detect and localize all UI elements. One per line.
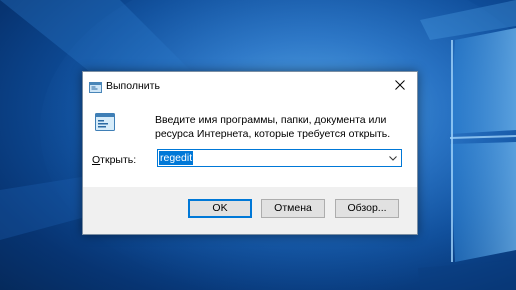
- open-label-accelerator: О: [92, 154, 101, 166]
- open-input-value[interactable]: regedit: [159, 151, 194, 165]
- close-icon: [395, 80, 405, 90]
- open-label: Открыть:: [92, 154, 136, 166]
- cancel-button[interactable]: Отмена: [261, 199, 325, 218]
- run-dialog: Выполнить Введите имя программы, папки, …: [82, 71, 418, 235]
- run-dialog-icon: [89, 80, 102, 93]
- combo-dropdown-button[interactable]: [385, 150, 401, 166]
- run-program-icon: [94, 112, 116, 132]
- description-text: Введите имя программы, папки, документа …: [155, 114, 391, 140]
- dialog-footer: OK Отмена Обзор...: [83, 187, 417, 234]
- desktop: Выполнить Введите имя программы, папки, …: [0, 0, 516, 290]
- browse-button[interactable]: Обзор...: [335, 199, 399, 218]
- chevron-down-icon: [389, 156, 397, 161]
- close-button[interactable]: [383, 72, 417, 98]
- title-bar[interactable]: Выполнить: [83, 72, 417, 100]
- open-label-rest: ткрыть:: [100, 154, 137, 166]
- open-combobox[interactable]: regedit: [157, 149, 402, 167]
- window-title: Выполнить: [106, 80, 160, 92]
- dialog-body: Введите имя программы, папки, документа …: [83, 100, 417, 187]
- ok-button[interactable]: OK: [188, 199, 252, 218]
